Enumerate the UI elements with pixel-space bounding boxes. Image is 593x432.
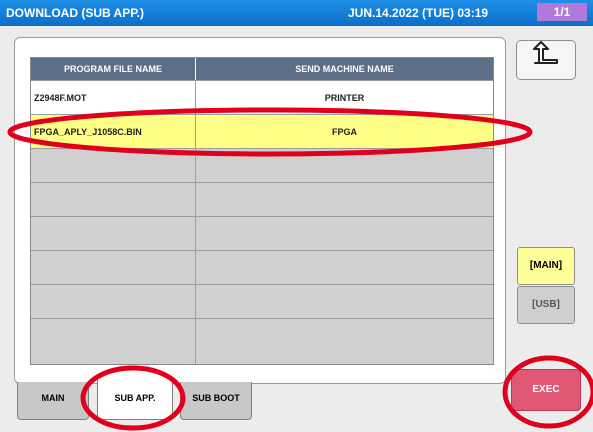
tab-main[interactable]: MAIN [17, 382, 89, 420]
program-file-cell[interactable] [31, 318, 196, 364]
send-machine-cell[interactable]: PRINTER [196, 80, 493, 114]
send-machine-cell[interactable] [196, 318, 493, 364]
screen-title: DOWNLOAD (SUB APP.) [6, 6, 144, 20]
main-select-button[interactable]: [MAIN] [517, 247, 575, 285]
send-machine-cell[interactable] [196, 216, 493, 250]
send-machine-cell[interactable] [196, 182, 493, 216]
program-file-cell[interactable] [31, 250, 196, 284]
program-file-cell[interactable]: FPGA_APLY_J1058C.BIN [31, 114, 196, 148]
program-file-cell[interactable] [31, 182, 196, 216]
return-arrow-icon [531, 41, 561, 73]
program-file-cell[interactable] [31, 284, 196, 318]
send-machine-cell[interactable] [196, 284, 493, 318]
send-machine-cell[interactable]: FPGA [196, 114, 493, 148]
usb-select-button[interactable]: [USB] [517, 286, 575, 324]
file-table: PROGRAM FILE NAME SEND MACHINE NAME Z294… [30, 57, 494, 365]
exec-button[interactable]: EXEC [511, 369, 581, 411]
program-file-cell[interactable]: Z2948F.MOT [31, 80, 196, 114]
send-machine-cell[interactable] [196, 148, 493, 182]
program-file-cell[interactable] [31, 148, 196, 182]
send-machine-cell[interactable] [196, 250, 493, 284]
tab-sub-app[interactable]: SUB APP. [97, 380, 173, 420]
date-time: JUN.14.2022 (TUE) 03:19 [348, 6, 489, 20]
column-header-program-file-name: PROGRAM FILE NAME [31, 58, 196, 80]
tab-sub-boot[interactable]: SUB BOOT [180, 382, 252, 420]
program-file-cell[interactable] [31, 216, 196, 250]
page-indicator: 1/1 [537, 3, 587, 21]
column-header-send-machine-name: SEND MACHINE NAME [196, 58, 493, 80]
return-button[interactable] [516, 40, 576, 80]
title-bar: DOWNLOAD (SUB APP.) JUN.14.2022 (TUE) 03… [0, 0, 593, 26]
